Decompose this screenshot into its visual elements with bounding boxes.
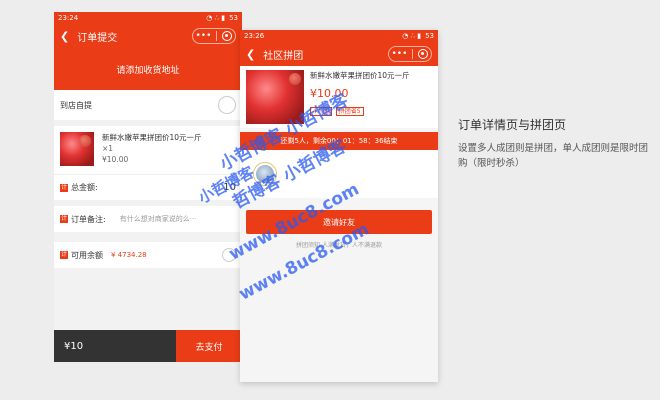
page-title: 订单提交 [77, 32, 118, 44]
balance-label: 可用余额 [71, 250, 103, 260]
product-price: ¥10.00 [310, 87, 349, 100]
status-bar: 23:26 ◔ ∴ ▮ 53 [240, 30, 438, 42]
more-dots-icon[interactable]: ••• [196, 31, 212, 41]
mini-program-capsule: ••• [192, 28, 236, 44]
avatar [254, 163, 276, 185]
group-buy-screen: 23:26 ◔ ∴ ▮ 53 ❮ 社区拼团 ••• 新鲜水嫩苹果拼团价10元一斤… [240, 30, 438, 382]
invite-friends-button[interactable]: 邀请好友 [246, 210, 432, 234]
balance-value: ¥ 4734.28 [111, 251, 147, 259]
status-time: 23:26 [244, 32, 265, 40]
group-size-tag: 4人团 [310, 107, 332, 116]
description-title: 订单详情页与拼团页 [458, 118, 567, 132]
title-bar: ❮ 订单提交 ••• [54, 24, 242, 48]
signal-icon: ◔ ∴ ▮ [402, 32, 422, 40]
note-label: 订单备注: [71, 214, 106, 224]
product-item: 新鲜水嫩苹果拼团价10元一斤 ×1 ¥10.00 [54, 126, 242, 174]
total-label: 总金额: [71, 183, 98, 192]
footer-total: ¥10 [54, 330, 176, 362]
battery-level: 53 [229, 14, 238, 22]
tag-icon: 计 [60, 251, 68, 259]
group-rules-text: 拼团须知·人满发货，人不满退款 [296, 242, 382, 249]
product-name: 新鲜水嫩苹果拼团价10元一斤 [310, 71, 410, 80]
signal-icon: ◔ ∴ ▮ [206, 14, 226, 22]
product-name: 新鲜水嫩苹果拼团价10元一斤 [102, 133, 202, 142]
back-arrow-icon[interactable]: ❮ [246, 48, 255, 61]
target-icon[interactable] [418, 49, 429, 59]
pickup-label: 到店自提 [60, 100, 92, 110]
balance-row[interactable]: 计 可用余额 ¥ 4734.28 [54, 242, 242, 268]
tag-icon: 计 [60, 215, 68, 223]
feature-description: 订单详情页与拼团页 设置多人成团则是拼团，单人成团则是限时团购（限时秒杀） [458, 116, 648, 171]
apple-photo [60, 132, 94, 166]
apple-photo [246, 70, 304, 124]
note-input[interactable]: 有什么想对商家说的么··· [120, 214, 197, 224]
status-bar: 23:24 ◔ ∴ ▮ 53 [54, 12, 242, 24]
add-address-button[interactable]: 请添加收货地址 [54, 48, 242, 90]
page-title: 社区拼团 [263, 50, 304, 62]
checkout-bar: ¥10 去支付 [54, 330, 242, 362]
note-row: 计 订单备注: 有什么想对商家说的么··· [54, 206, 242, 232]
pickup-radio[interactable] [218, 96, 236, 114]
total-row: 计 总金额: 10 [54, 174, 242, 200]
order-submit-screen: 23:24 ◔ ∴ ▮ 53 ❮ 订单提交 ••• 请添加收货地址 到店自提 新… [54, 12, 242, 362]
title-bar: ❮ 社区拼团 ••• [240, 42, 438, 66]
product-qty: ×1 [102, 144, 114, 153]
pay-button[interactable]: 去支付 [176, 330, 242, 362]
pickup-row[interactable]: 到店自提 [54, 90, 242, 120]
product-item[interactable]: 新鲜水嫩苹果拼团价10元一斤 ¥10.00 4人团 拼团省5 [240, 66, 438, 128]
description-body: 设置多人成团则是拼团，单人成团则是限时团购（限时秒杀） [458, 143, 649, 169]
group-members [240, 150, 438, 198]
mini-program-capsule: ••• [388, 46, 432, 62]
product-price: ¥10.00 [102, 155, 129, 164]
status-time: 23:24 [58, 14, 79, 22]
countdown-banner: 还剩5人，剩余00：01：58：36结束 [240, 132, 438, 150]
battery-level: 53 [425, 32, 434, 40]
back-arrow-icon[interactable]: ❮ [60, 30, 69, 43]
saving-tag: 拼团省5 [335, 107, 364, 116]
total-value: 10 [223, 182, 236, 193]
target-icon[interactable] [222, 31, 233, 41]
balance-radio[interactable] [222, 248, 236, 262]
more-dots-icon[interactable]: ••• [392, 49, 408, 59]
tag-icon: 计 [60, 183, 68, 192]
